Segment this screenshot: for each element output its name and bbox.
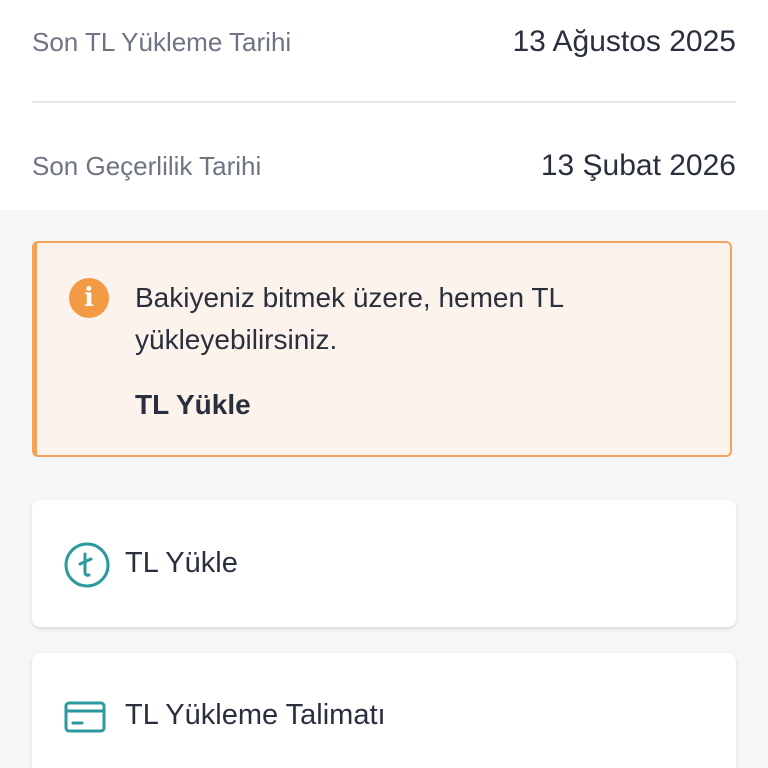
tl-load-instruction-button[interactable]: TL Yükleme Talimatı (32, 653, 736, 768)
card-icon (64, 701, 106, 738)
load-tl-button[interactable]: TL Yükle (32, 500, 736, 627)
low-balance-alert: i Bakiyeniz bitmek üzere, hemen TL yükle… (32, 241, 732, 457)
last-load-date-label: Son TL Yükleme Tarihi (32, 26, 292, 57)
info-icon: i (69, 278, 109, 318)
balance-info-card: Son TL Yükleme Tarihi 13 Ağustos 2025 So… (0, 0, 768, 210)
alert-load-tl-link[interactable]: TL Yükle (135, 389, 251, 421)
alert-message: Bakiyeniz bitmek üzere, hemen TL yükleye… (135, 282, 563, 355)
expiry-date-row: Son Geçerlilik Tarihi 13 Şubat 2026 (32, 144, 736, 188)
expiry-date-label: Son Geçerlilik Tarihi (32, 150, 262, 181)
load-tl-label: TL Yükle (125, 547, 238, 579)
expiry-date-value: 13 Şubat 2026 (540, 149, 736, 182)
last-load-date-row: Son TL Yükleme Tarihi 13 Ağustos 2025 (32, 20, 736, 64)
lira-coin-icon (64, 542, 110, 593)
tl-balance-page: Son TL Yükleme Tarihi 13 Ağustos 2025 So… (0, 0, 768, 768)
last-load-date-value: 13 Ağustos 2025 (512, 25, 736, 58)
tl-load-instruction-label: TL Yükleme Talimatı (125, 699, 386, 731)
divider (32, 101, 736, 103)
